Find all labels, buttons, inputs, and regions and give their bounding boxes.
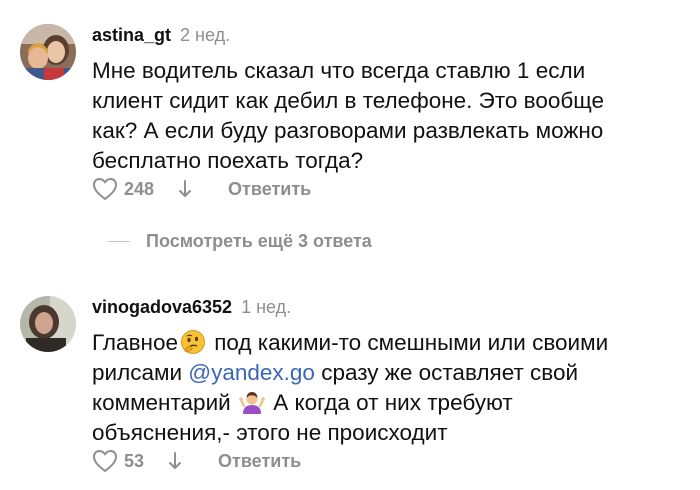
comment-text-line: бесплатно поехать тогда? [92, 148, 364, 173]
comment-text: Мне водитель сказал что всегда ставлю 1 … [92, 56, 687, 176]
reply-button[interactable]: Ответить [218, 451, 301, 472]
person-shrugging-emoji [239, 389, 265, 415]
avatar-photo-icon [20, 296, 76, 352]
avatar-vinogadova6352[interactable] [20, 296, 76, 352]
text-segment: комментарий [92, 390, 237, 415]
view-more-replies-button[interactable]: Посмотреть ещё 3 ответа [108, 228, 372, 254]
text-segment: рилсами [92, 360, 189, 385]
text-segment: А когда от них требуют [266, 390, 513, 415]
comment-time: 1 нед. [241, 297, 292, 317]
divider-line [108, 240, 130, 242]
heart-outline-icon[interactable] [92, 177, 118, 201]
comment-actions: 248 Ответить [92, 176, 311, 202]
arrow-down-icon[interactable] [168, 451, 182, 471]
comment-text-line: Главное под какими-то смешными или своим… [92, 328, 687, 358]
text-segment: сразу же оставляет свой [314, 360, 579, 385]
heart-outline-icon[interactable] [92, 449, 118, 473]
avatar-astina-gt[interactable] [20, 24, 76, 80]
comment-text-line: клиент сидит как дебил в телефоне. Это в… [92, 88, 605, 113]
text-segment: под какими-то смешными или своими [207, 330, 609, 355]
comment-time: 2 нед. [180, 25, 231, 45]
username[interactable]: vinogadova6352 [92, 297, 232, 317]
like-count: 248 [124, 178, 155, 199]
avatar-photo-icon [20, 24, 76, 80]
thinking-face-emoji [180, 329, 206, 355]
arrow-down-icon[interactable] [178, 179, 192, 199]
comment-text-line: объяснения,- этого не происходит [92, 420, 448, 445]
comment-meta: vinogadova6352 1 нед. [92, 296, 687, 318]
username[interactable]: astina_gt [92, 25, 171, 45]
reply-button[interactable]: Ответить [228, 179, 311, 200]
comment-text-line: Мне водитель сказал что всегда ставлю 1 … [92, 58, 586, 83]
comment-actions: 53 Ответить [92, 448, 301, 474]
comment-meta: astina_gt 2 нед. [92, 24, 687, 46]
comment-text: Главное под какими-то смешными или своим… [92, 328, 687, 448]
like-count: 53 [124, 450, 145, 471]
comment-text-line: комментарий А когда от них требуют [92, 388, 687, 418]
mention-link[interactable]: @yandex.go [188, 360, 315, 385]
comment-text-line: как? А если буду разговорами развлекать … [92, 118, 604, 143]
comment-text-line: рилсами @yandex.go сразу же оставляет св… [92, 358, 687, 388]
text-segment: Главное [92, 330, 178, 355]
view-more-replies-label: Посмотреть ещё 3 ответа [146, 230, 372, 251]
